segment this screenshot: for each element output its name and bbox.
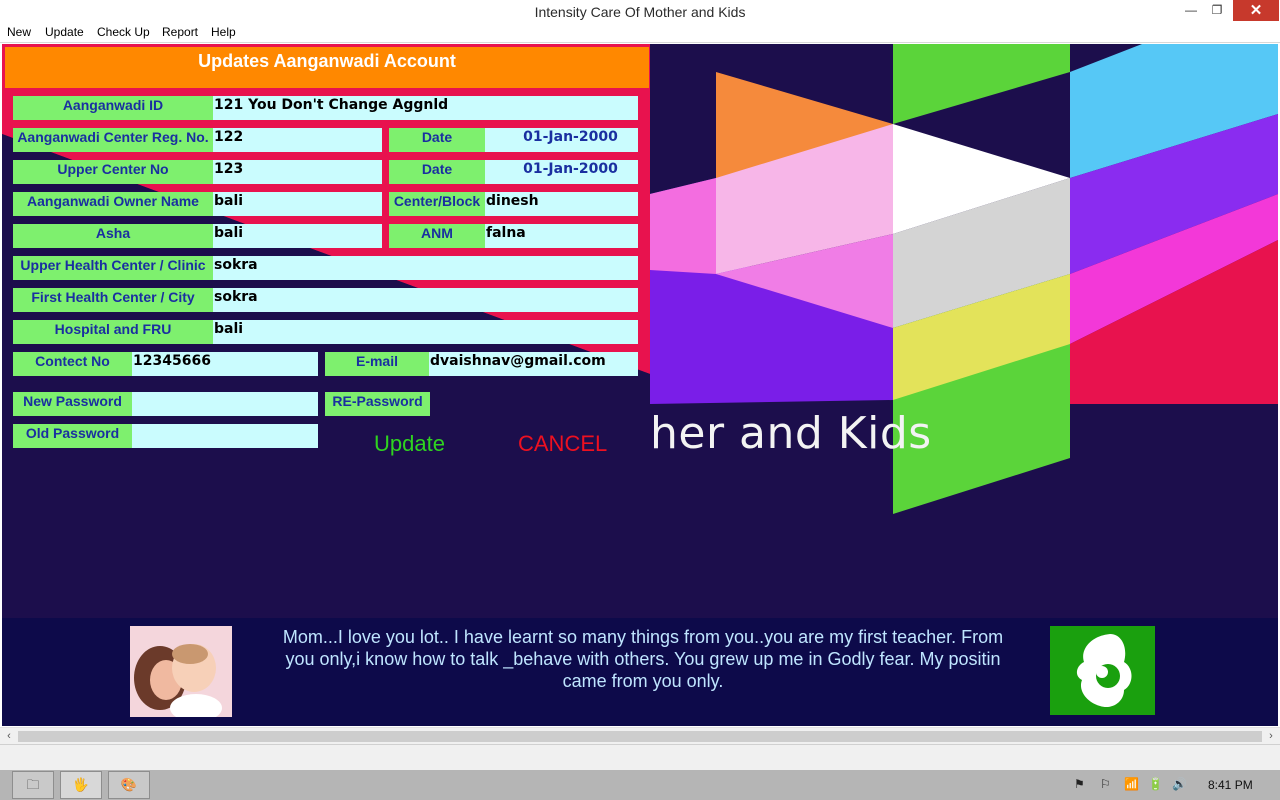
upper-center-no-label: Upper Center No	[13, 160, 213, 184]
clock[interactable]: 8:41 PM	[1208, 778, 1253, 792]
owner-name-label: Aanganwadi Owner Name	[13, 192, 213, 216]
upper-health-center-label: Upper Health Center / Clinic	[13, 256, 213, 280]
email-field[interactable]: dvaishnav@gmail.com	[429, 352, 638, 376]
window-title: Intensity Care Of Mother and Kids	[534, 4, 746, 20]
update-button[interactable]: Update	[374, 431, 445, 457]
minimize-button[interactable]: —	[1178, 0, 1204, 21]
app-taskbar-icon[interactable]: 🖐	[60, 771, 102, 799]
menu-bar: New Update Check Up Report Help	[0, 23, 1280, 43]
file-explorer-icon[interactable]: 🗀	[12, 771, 54, 799]
volume-icon[interactable]: 🔊	[1172, 777, 1187, 791]
hospital-fru-label: Hospital and FRU	[13, 320, 213, 344]
scrollbar-thumb[interactable]	[18, 731, 1262, 742]
status-bar	[0, 744, 1280, 770]
reg-date-field[interactable]: 01-Jan-2000	[485, 128, 638, 152]
footer-quote: Mom...I love you lot.. I have learnt so …	[282, 627, 1004, 691]
menu-report[interactable]: Report	[162, 25, 198, 39]
owner-name-field[interactable]: bali	[213, 192, 382, 216]
action-center-icon[interactable]: ⚑	[1074, 777, 1085, 791]
close-button[interactable]: ✕	[1233, 0, 1279, 21]
aanganwadi-id-label: Aanganwadi ID	[13, 96, 213, 120]
center-block-field[interactable]: dinesh	[485, 192, 638, 216]
upper-date-field[interactable]: 01-Jan-2000	[485, 160, 638, 184]
taskbar: 🗀 🖐 🎨 ⚑ ⚐ 📶 🔋 🔊 8:41 PM	[0, 770, 1280, 800]
old-password-label: Old Password	[13, 424, 132, 448]
center-reg-no-label: Aanganwadi Center Reg. No.	[13, 128, 213, 152]
mother-child-logo	[1050, 626, 1155, 715]
cancel-button[interactable]: CANCEL	[518, 431, 607, 457]
email-label: E-mail	[325, 352, 429, 376]
horizontal-scrollbar[interactable]: ‹ ›	[0, 727, 1280, 744]
scroll-right-icon[interactable]: ›	[1262, 728, 1280, 745]
new-password-label: New Password	[13, 392, 132, 416]
title-bar: Intensity Care Of Mother and Kids — ❐ ✕	[0, 0, 1280, 23]
contact-no-field[interactable]: 12345666	[132, 352, 318, 376]
app-window: Intensity Care Of Mother and Kids — ❐ ✕ …	[0, 0, 1280, 800]
scroll-left-icon[interactable]: ‹	[0, 728, 18, 745]
menu-new[interactable]: New	[7, 25, 31, 39]
first-health-center-field[interactable]: sokra	[213, 288, 638, 312]
maximize-button[interactable]: ❐	[1204, 0, 1230, 21]
center-block-label: Center/Block	[389, 192, 485, 216]
paint-icon[interactable]: 🎨	[108, 771, 150, 799]
center-reg-no-field[interactable]: 122	[213, 128, 382, 152]
re-password-label: RE-Password	[325, 392, 430, 416]
anm-label: ANM	[389, 224, 485, 248]
aanganwadi-id-field[interactable]: 121 You Don't Change Aggnld	[213, 96, 638, 120]
old-password-field[interactable]	[132, 424, 318, 448]
anm-field[interactable]: falna	[485, 224, 638, 248]
mother-child-photo	[130, 626, 232, 717]
battery-icon[interactable]: 🔋	[1148, 777, 1163, 791]
hospital-fru-field[interactable]: bali	[213, 320, 638, 344]
contact-no-label: Contect No	[13, 352, 132, 376]
menu-help[interactable]: Help	[211, 25, 236, 39]
reg-date-label: Date	[389, 128, 485, 152]
menu-update[interactable]: Update	[45, 25, 84, 39]
menu-check-up[interactable]: Check Up	[97, 25, 150, 39]
asha-field[interactable]: bali	[213, 224, 382, 248]
new-password-field[interactable]	[132, 392, 318, 416]
form-title: Updates Aanganwadi Account	[198, 51, 456, 71]
upper-date-label: Date	[389, 160, 485, 184]
asha-label: Asha	[13, 224, 213, 248]
flag-icon[interactable]: ⚐	[1100, 777, 1111, 791]
form-header: Updates Aanganwadi Account	[5, 47, 649, 88]
upper-center-no-field[interactable]: 123	[213, 160, 382, 184]
brand-text: her and Kids	[650, 408, 932, 459]
network-icon[interactable]: 📶	[1124, 777, 1139, 791]
upper-health-center-field[interactable]: sokra	[213, 256, 638, 280]
first-health-center-label: First Health Center / City	[13, 288, 213, 312]
